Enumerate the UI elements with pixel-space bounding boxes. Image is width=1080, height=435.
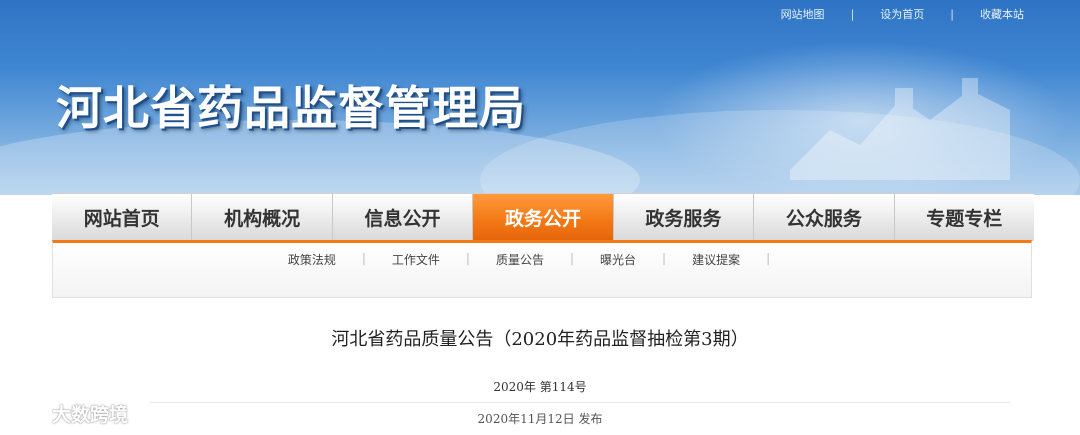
- nav-item-special-topics[interactable]: 专题专栏: [895, 194, 1034, 241]
- nav-item-home[interactable]: 网站首页: [52, 194, 193, 241]
- top-links: 网站地图 | 设为首页 | 收藏本站: [781, 6, 1024, 22]
- nav-item-government-services[interactable]: 政务服务: [614, 194, 755, 241]
- watermark-text: 大数跨境: [52, 404, 129, 426]
- subnav-item-quality-announcements[interactable]: 质量公告: [496, 251, 544, 268]
- great-wall-image: [790, 78, 1010, 180]
- sitemap-link[interactable]: 网站地图: [781, 6, 825, 22]
- subnav-item-policies[interactable]: 政策法规: [288, 251, 336, 268]
- main-nav: 网站首页 机构概况 信息公开 政务公开 政务服务 公众服务 专题专栏: [52, 193, 1034, 241]
- divider: [150, 402, 1010, 403]
- subnav-item-exposure[interactable]: 曝光台: [600, 251, 636, 268]
- subnav-item-proposals[interactable]: 建议提案: [692, 251, 740, 268]
- watermark-logo-icon: [10, 405, 43, 423]
- site-title: 河北省药品监督管理局: [56, 81, 526, 135]
- issue-number: 2020年 第114号: [493, 380, 587, 394]
- subnav-item-work-documents[interactable]: 工作文件: [392, 251, 440, 268]
- nav-item-organization[interactable]: 机构概况: [192, 194, 333, 241]
- set-homepage-link[interactable]: 设为首页: [880, 6, 924, 22]
- separator: |: [662, 251, 667, 265]
- nav-item-info-disclosure[interactable]: 信息公开: [333, 194, 474, 241]
- separator: |: [465, 251, 470, 265]
- separator: |: [361, 251, 366, 265]
- separator: |: [950, 7, 954, 21]
- nav-item-public-services[interactable]: 公众服务: [754, 194, 895, 241]
- article-title: 河北省药品质量公告（2020年药品监督抽检第3期）: [331, 329, 749, 350]
- header-banner: 网站地图 | 设为首页 | 收藏本站 河北省药品监督管理局: [0, 0, 1080, 195]
- separator: |: [850, 7, 855, 21]
- nav-item-government-affairs[interactable]: 政务公开: [473, 194, 614, 241]
- watermark: 大数跨境: [8, 400, 128, 427]
- publish-date: 2020年11月12日 发布: [477, 412, 603, 426]
- bookmark-site-link[interactable]: 收藏本站: [980, 6, 1024, 22]
- sub-nav: 政策法规 | 工作文件 | 质量公告 | 曝光台 | 建议提案 |: [52, 240, 1032, 298]
- separator: |: [766, 251, 771, 265]
- separator: |: [569, 251, 575, 265]
